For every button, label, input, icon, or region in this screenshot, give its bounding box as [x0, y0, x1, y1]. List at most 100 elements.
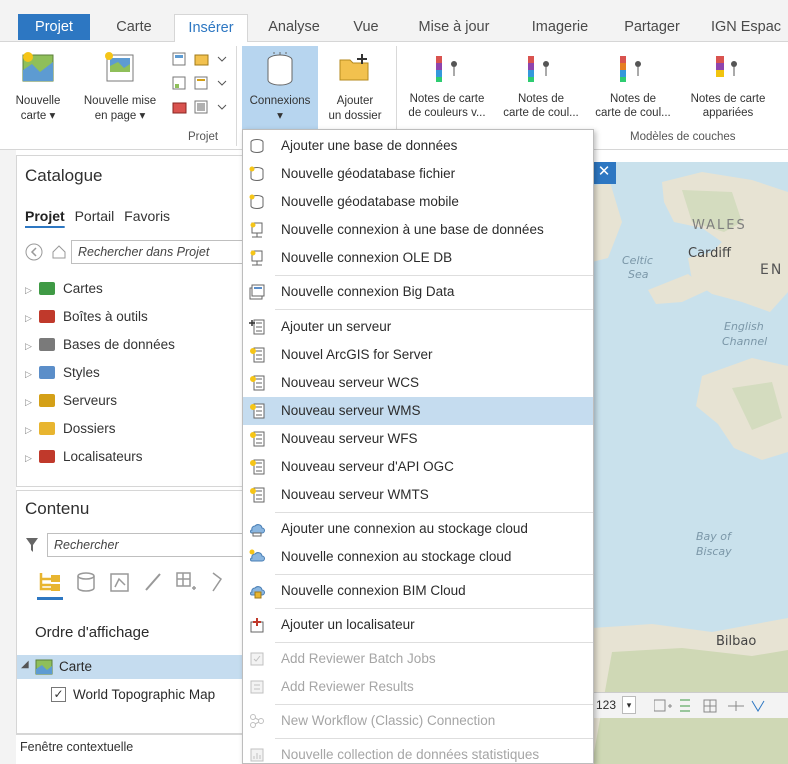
menu-item-nouveau-serveur-wmts[interactable]: Nouveau serveur WMTS — [243, 481, 593, 509]
menu-separator — [275, 704, 593, 705]
map-tab-close[interactable]: ✕ — [592, 162, 616, 184]
tab-inserer[interactable]: Insérer — [174, 14, 248, 43]
list-by-drawing-order-icon[interactable] — [37, 571, 63, 593]
menu-item-nouvelle-connexion-base-de-donnees[interactable]: Nouvelle connexion à une base de données — [243, 216, 593, 244]
layer-template-2[interactable]: Notes de carte de coul... — [494, 46, 588, 130]
close-icon[interactable]: ✕ — [598, 163, 611, 180]
layer-template-4[interactable]: Notes de carte appariées — [678, 46, 778, 130]
menu-item-ajouter-connexion-stockage-cloud[interactable]: Ajouter une connexion au stockage cloud — [243, 515, 593, 543]
tab-imagerie[interactable]: Imagerie — [520, 14, 600, 42]
list-by-source-icon[interactable] — [75, 571, 97, 593]
tree-item-boites-a-outils[interactable]: ▷ Boîtes à outils — [25, 306, 148, 328]
connexions-button[interactable]: Connexions ▾ — [242, 46, 318, 130]
chevron-down-icon[interactable] — [216, 100, 232, 114]
menu-item-nouvelle-geodatabase-mobile[interactable]: Nouvelle géodatabase mobile — [243, 188, 593, 216]
tab-carte[interactable]: Carte — [104, 14, 164, 42]
expand-triangle-icon[interactable]: ▷ — [25, 391, 39, 413]
subtab-projet[interactable]: Projet — [25, 208, 65, 224]
statistical-data-icon — [250, 748, 264, 762]
notebook-icon[interactable] — [194, 76, 210, 90]
list-by-selection-icon[interactable] — [109, 571, 131, 593]
expand-triangle-icon[interactable]: ▷ — [25, 307, 39, 329]
catalogue-search-input[interactable]: Rechercher dans Projet — [71, 240, 243, 264]
tab-mise-a-jour[interactable]: Mise à jour — [404, 14, 504, 42]
layer-row[interactable]: ✓ World Topographic Map — [17, 683, 245, 707]
menu-item-nouvelle-connexion-ole-db[interactable]: Nouvelle connexion OLE DB — [243, 244, 593, 272]
group-label-modeles-de-couches: Modèles de couches — [630, 131, 736, 143]
task-icon[interactable] — [172, 100, 188, 114]
new-map-button[interactable]: Nouvelle carte ▾ — [2, 46, 74, 128]
list-by-labeling-icon[interactable] — [209, 571, 223, 593]
chevron-down-icon[interactable] — [216, 76, 232, 90]
new-map-icon — [22, 52, 54, 82]
new-layout-button[interactable]: Nouvelle mise en page ▾ — [74, 46, 166, 128]
contents-search-input[interactable]: Rechercher — [47, 533, 243, 557]
report-icon[interactable] — [172, 76, 188, 90]
tree-item-bases-de-donnees[interactable]: ▷ Bases de données — [25, 334, 175, 356]
menu-item-nouvelle-connexion-bim-cloud[interactable]: Nouvelle connexion BIM Cloud — [243, 577, 593, 605]
map-status-tools — [654, 699, 765, 713]
expand-triangle-icon[interactable]: ▷ — [25, 335, 39, 357]
database-server-icon — [250, 222, 263, 238]
subtab-portail[interactable]: Portail — [75, 208, 115, 224]
add-folder-button[interactable]: Ajouter un dossier — [320, 46, 390, 130]
menu-item-nouveau-serveur-wfs[interactable]: Nouveau serveur WFS — [243, 425, 593, 453]
layer-template-1[interactable]: Notes de carte de couleurs v... — [400, 46, 494, 130]
menu-item-label: Nouveau serveur WMS — [281, 403, 421, 418]
layer-visibility-checkbox[interactable]: ✓ — [51, 687, 66, 702]
menu-item-ajouter-un-serveur[interactable]: Ajouter un serveur — [243, 313, 593, 341]
tab-analyse[interactable]: Analyse — [258, 14, 330, 42]
menu-item-nouveau-serveur-wms[interactable]: Nouveau serveur WMS — [243, 397, 593, 425]
menu-item-ajouter-un-localisateur[interactable]: Ajouter un localisateur — [243, 611, 593, 639]
toolbox-icon[interactable] — [194, 52, 210, 66]
filter-icon[interactable] — [25, 537, 39, 553]
expand-triangle-icon[interactable]: ▷ — [25, 279, 39, 301]
menu-item-label: Ajouter une connexion au stockage cloud — [281, 521, 528, 536]
connexions-dropdown-menu: Ajouter une base de données Nouvelle géo… — [242, 129, 594, 764]
collapse-triangle-icon[interactable]: ◢ — [21, 659, 29, 670]
menu-item-label: Nouvelle connexion au stockage cloud — [281, 549, 512, 564]
tree-item-styles[interactable]: ▷ Styles — [25, 362, 100, 384]
menu-item-nouvelle-connexion-big-data[interactable]: Nouvelle connexion Big Data — [243, 278, 593, 306]
expand-triangle-icon[interactable]: ▷ — [25, 447, 39, 469]
tree-item-dossiers[interactable]: ▷ Dossiers — [25, 418, 116, 440]
menu-item-label: Add Reviewer Batch Jobs — [281, 651, 436, 666]
back-arrow-icon[interactable] — [25, 243, 43, 261]
new-layout-icon — [105, 52, 134, 82]
menu-item-nouveau-serveur-wcs[interactable]: Nouveau serveur WCS — [243, 369, 593, 397]
menu-item-nouvel-arcgis-for-server[interactable]: Nouvel ArcGIS for Server — [243, 341, 593, 369]
wcs-server-icon — [250, 375, 265, 391]
layer-template-3[interactable]: Notes de carte de coul... — [588, 46, 678, 130]
map-view[interactable]: WALES Cardiff EN Celtic Sea English Chan… — [592, 162, 788, 764]
style-icon[interactable] — [194, 100, 210, 114]
map-node-label: Carte — [59, 659, 93, 674]
menu-item-ajouter-base-de-donnees[interactable]: Ajouter une base de données — [243, 132, 593, 160]
expand-triangle-icon[interactable]: ▷ — [25, 363, 39, 385]
tab-projet[interactable]: Projet — [18, 14, 90, 40]
map-scale-value[interactable]: 123 — [596, 698, 616, 712]
home-icon[interactable] — [51, 244, 67, 260]
list-by-editing-icon[interactable] — [143, 571, 165, 593]
expand-triangle-icon[interactable]: ▷ — [25, 419, 39, 441]
popup-window-tab[interactable]: Fenêtre contextuelle — [16, 734, 244, 764]
menu-item-nouveau-serveur-api-ogc[interactable]: Nouveau serveur d'API OGC — [243, 453, 593, 481]
menu-item-nouvelle-geodatabase-fichier[interactable]: Nouvelle géodatabase fichier — [243, 160, 593, 188]
menu-item-label: Ajouter un localisateur — [281, 617, 415, 632]
tree-item-serveurs[interactable]: ▷ Serveurs — [25, 390, 117, 412]
tab-ign-espace[interactable]: IGN Espac — [704, 14, 788, 42]
scale-dropdown-arrow-icon[interactable]: ▾ — [622, 696, 636, 714]
map-label-biscay: Biscay — [696, 545, 732, 558]
chevron-down-icon[interactable] — [216, 52, 232, 66]
list-by-snapping-icon[interactable] — [175, 571, 197, 593]
add-server-icon — [249, 319, 265, 335]
menu-item-nouvelle-connexion-stockage-cloud[interactable]: Nouvelle connexion au stockage cloud — [243, 543, 593, 571]
reviewer-results-icon — [250, 680, 264, 694]
import-map-icon[interactable] — [172, 52, 188, 66]
menu-item-label: Nouveau serveur WFS — [281, 431, 418, 446]
map-node-row[interactable]: ◢ Carte — [17, 655, 245, 679]
tree-item-cartes[interactable]: ▷ Cartes — [25, 278, 103, 300]
tree-item-localisateurs[interactable]: ▷ Localisateurs — [25, 446, 143, 468]
tab-partager[interactable]: Partager — [612, 14, 692, 42]
tab-vue[interactable]: Vue — [340, 14, 392, 42]
subtab-favoris[interactable]: Favoris — [124, 208, 170, 224]
